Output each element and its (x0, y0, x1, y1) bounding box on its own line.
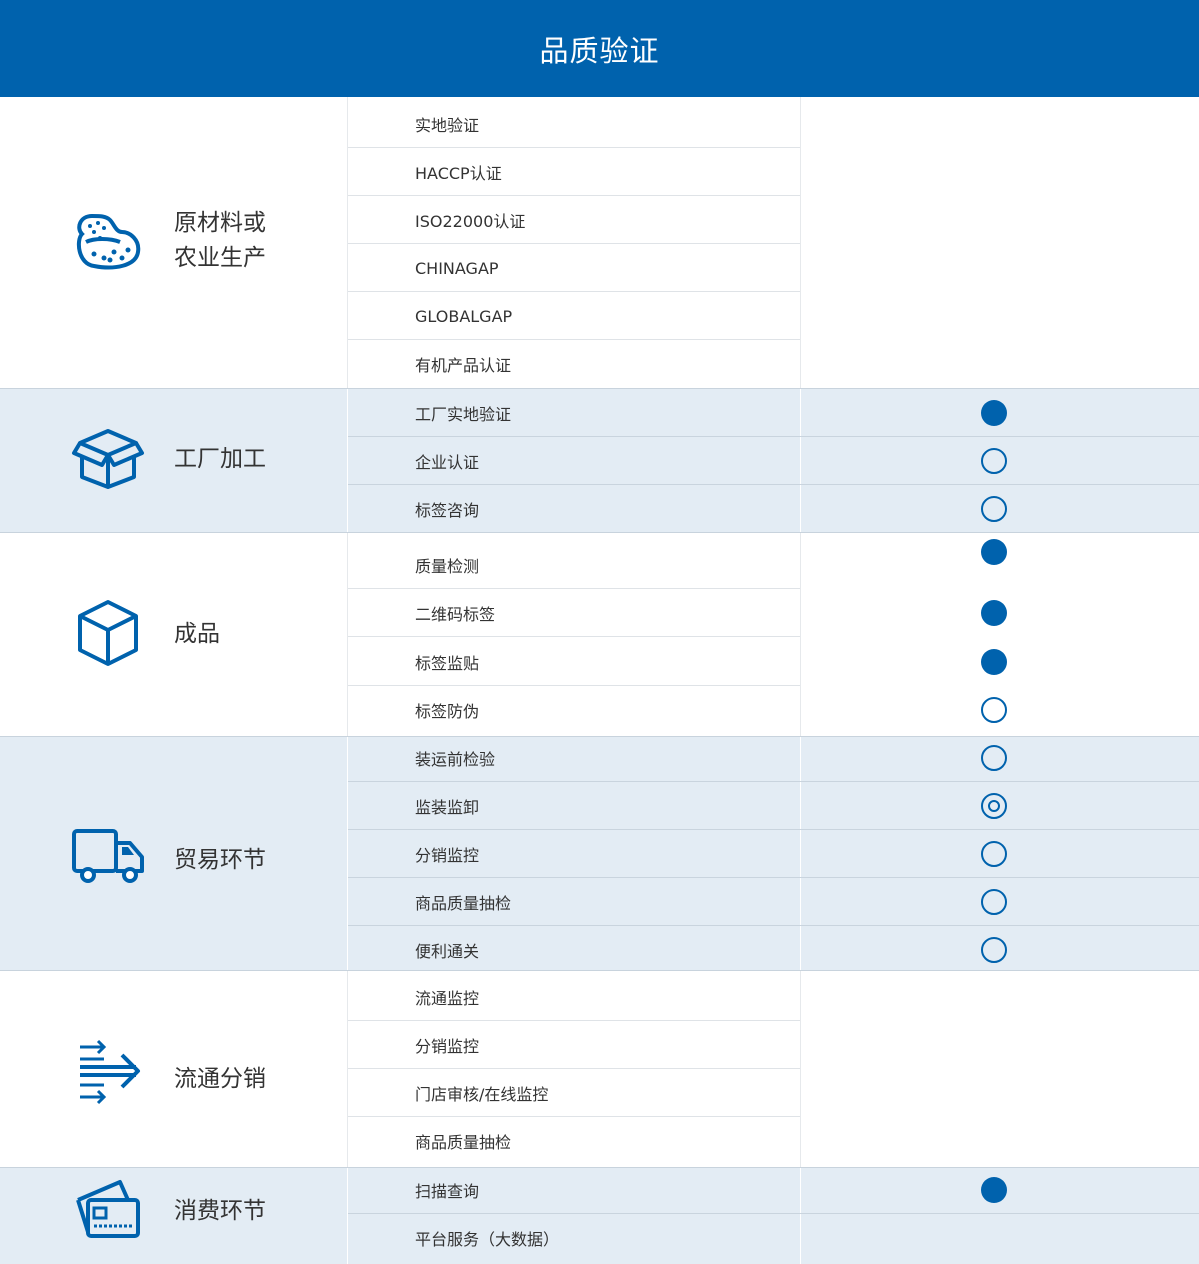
item-label: 实地验证 (415, 116, 480, 135)
card-icon (70, 1174, 146, 1250)
status-filled-icon (981, 1177, 1007, 1203)
potato-icon (70, 204, 146, 280)
arrows-icon (70, 1033, 146, 1109)
item-label: 工厂实地验证 (415, 405, 512, 424)
section-finished-product: 成品 质量检测 二维码标签 标签监贴 标签防伪 (0, 533, 1199, 736)
list-item: 扫描查询 (348, 1166, 1199, 1214)
item-label: 便利通关 (415, 942, 480, 961)
page-header: 品质验证 (0, 0, 1199, 97)
category-label: 贸易环节 (174, 847, 266, 873)
list-item: 企业认证 (348, 437, 1199, 485)
list-item: HACCP认证 (348, 148, 1199, 196)
status-empty-icon (981, 697, 1007, 723)
status-empty-icon (981, 448, 1007, 474)
category-label: 流通分销 (174, 1066, 266, 1092)
status-filled-icon (981, 649, 1007, 675)
item-label: GLOBALGAP (415, 306, 513, 326)
section-raw-material: 原材料或 农业生产 实地验证 HACCP认证 ISO22000认证 CHINAG… (0, 97, 1199, 388)
status-ring-icon (981, 793, 1007, 819)
list-item: 二维码标签 (348, 589, 1199, 637)
item-label: 质量检测 (415, 557, 480, 576)
page-title: 品质验证 (539, 33, 660, 68)
item-label: 二维码标签 (415, 605, 496, 624)
item-label: 有机产品认证 (415, 356, 512, 375)
list-item: 流通监控 (348, 973, 1199, 1021)
list-item: GLOBALGAP (348, 292, 1199, 340)
item-label: ISO22000认证 (415, 212, 526, 231)
status-filled-icon (981, 539, 1007, 565)
item-label: 商品质量抽检 (415, 894, 512, 913)
list-item: 标签监贴 (348, 638, 1199, 686)
item-label: 装运前检验 (415, 750, 496, 769)
status-empty-icon (981, 937, 1007, 963)
list-item: 商品质量抽检 (348, 1117, 1199, 1165)
item-label: CHINAGAP (415, 258, 499, 278)
item-label: 平台服务（大数据） (415, 1230, 560, 1249)
item-label: 标签咨询 (415, 501, 480, 520)
category-label: 成品 (174, 621, 220, 647)
list-item: 标签防伪 (348, 686, 1199, 734)
list-item: 分销监控 (348, 830, 1199, 878)
list-item: 分销监控 (348, 1021, 1199, 1069)
status-empty-icon (981, 745, 1007, 771)
list-item: 装运前检验 (348, 734, 1199, 782)
item-label: 门店审核/在线监控 (415, 1085, 549, 1104)
list-item: 标签咨询 (348, 485, 1199, 533)
list-item: 便利通关 (348, 926, 1199, 974)
list-item: 实地验证 (348, 100, 1199, 148)
section-consumption: 消费环节 扫描查询 平台服务（大数据） (0, 1167, 1199, 1264)
item-label: 分销监控 (415, 1037, 480, 1056)
item-label: 标签防伪 (415, 702, 480, 721)
list-item: 商品质量抽检 (348, 878, 1199, 926)
list-item: 门店审核/在线监控 (348, 1069, 1199, 1117)
list-item: 质量检测 (348, 539, 1199, 589)
list-item: 监装监卸 (348, 782, 1199, 830)
item-label: 扫描查询 (415, 1182, 480, 1201)
item-label: 流通监控 (415, 989, 480, 1008)
list-item: ISO22000认证 (348, 196, 1199, 244)
list-item: 平台服务（大数据） (348, 1214, 1199, 1262)
list-item: CHINAGAP (348, 244, 1199, 292)
item-label: 监装监卸 (415, 798, 480, 817)
item-label: HACCP认证 (415, 164, 502, 183)
status-empty-icon (981, 496, 1007, 522)
section-trade: 贸易环节 装运前检验 监装监卸 分销监控 商品质量抽检 便利通关 (0, 736, 1199, 971)
section-distribution: 流通分销 流通监控 分销监控 门店审核/在线监控 商品质量抽检 (0, 971, 1199, 1168)
status-filled-icon (981, 400, 1007, 426)
status-empty-icon (981, 889, 1007, 915)
truck-icon (70, 817, 146, 893)
category-label: 工厂加工 (174, 446, 266, 472)
item-label: 商品质量抽检 (415, 1133, 512, 1152)
item-label: 企业认证 (415, 453, 480, 472)
section-factory: 工厂加工 工厂实地验证 企业认证 标签咨询 (0, 388, 1199, 533)
category-label: 原材料或 农业生产 (174, 210, 266, 271)
list-item: 有机产品认证 (348, 340, 1199, 388)
open-box-icon (70, 423, 146, 499)
status-empty-icon (981, 841, 1007, 867)
box-icon (70, 596, 146, 672)
list-item: 工厂实地验证 (348, 389, 1199, 437)
item-label: 标签监贴 (415, 654, 480, 673)
status-filled-icon (981, 600, 1007, 626)
category-label: 消费环节 (174, 1198, 266, 1224)
item-label: 分销监控 (415, 846, 480, 865)
